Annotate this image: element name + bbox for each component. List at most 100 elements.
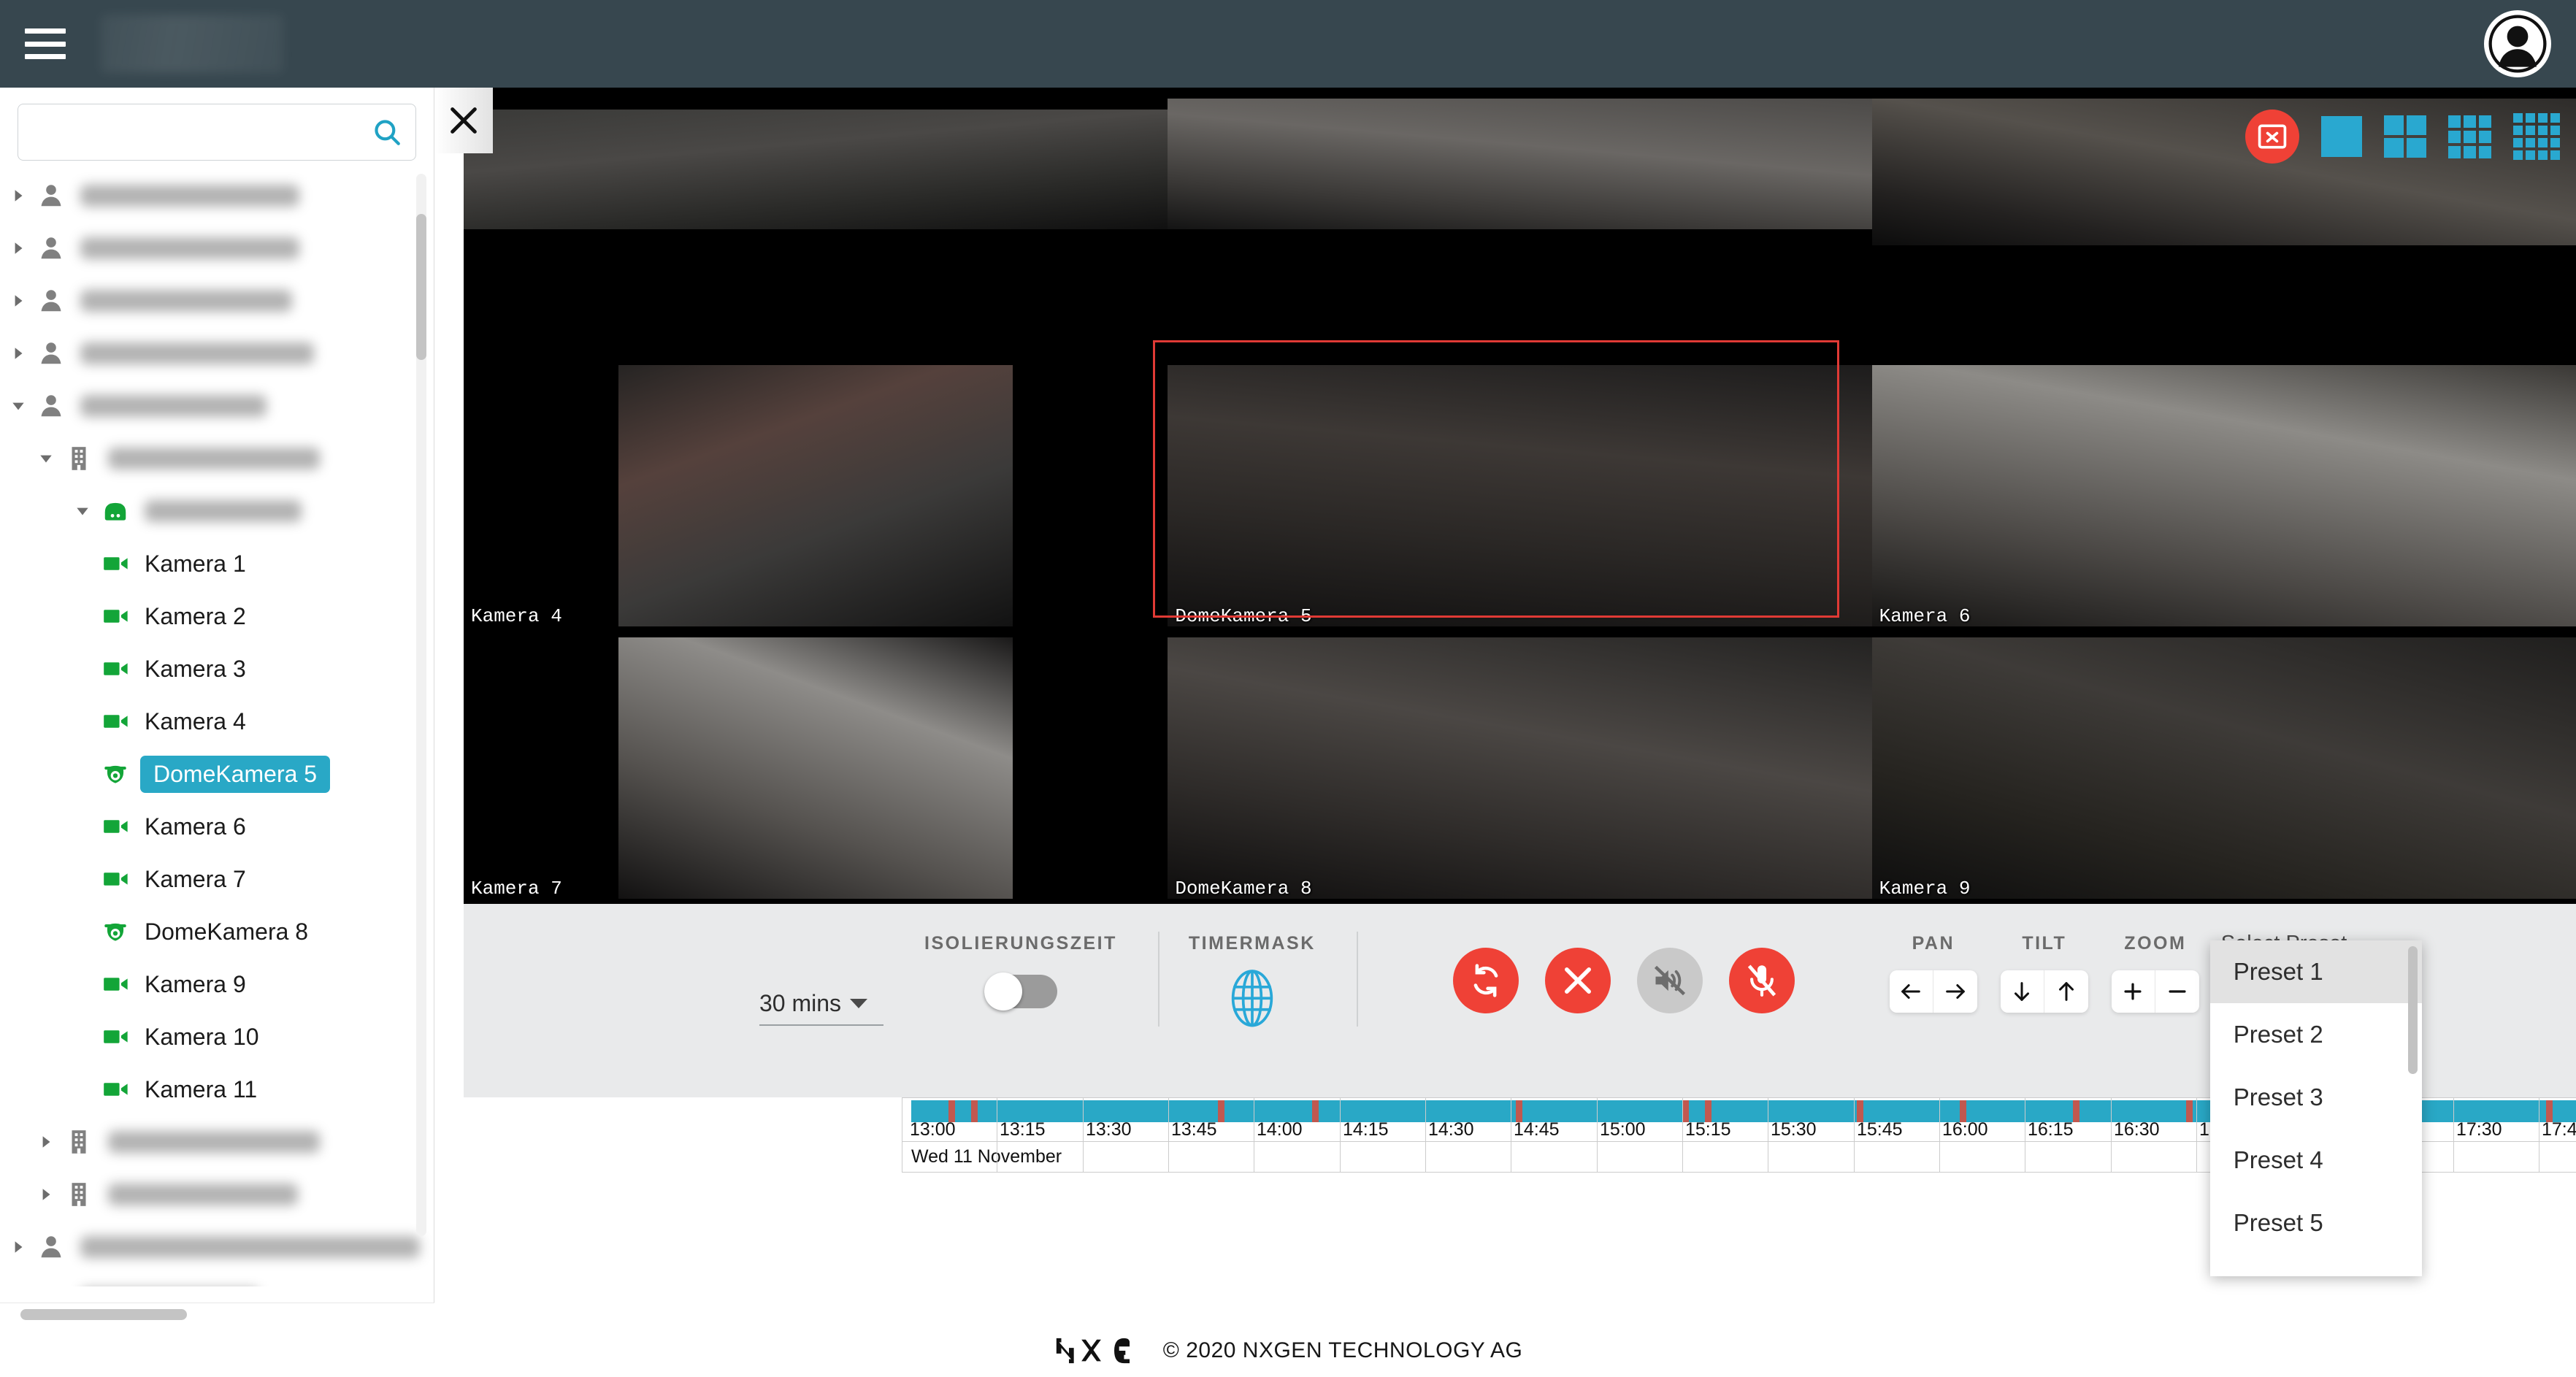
tree-node[interactable]: Standort redacted 2 [0, 1116, 434, 1168]
tilt-down-button[interactable] [2000, 970, 2044, 1013]
close-icon [1559, 962, 1597, 1000]
video-tile[interactable] [1168, 88, 1872, 360]
ptz-group-tilt: TILT [2000, 933, 2088, 1013]
chevron-right-icon[interactable] [6, 236, 31, 261]
video-tile[interactable]: DomeKamera 5 [1168, 359, 1872, 632]
sidebar-horizontal-scrollbar[interactable] [0, 1303, 434, 1324]
chevron-right-icon[interactable] [6, 288, 31, 313]
tree-node[interactable]: Kamera 1 [0, 537, 434, 590]
user-avatar-icon[interactable] [2484, 10, 2551, 77]
tree-node[interactable]: DomeKamera 5 [0, 748, 434, 800]
preset-option[interactable]: Preset 3 [2210, 1066, 2422, 1129]
preset-option[interactable]: Preset 1 [2209, 940, 2422, 1003]
speaker-button[interactable] [1636, 948, 1703, 1013]
chevron-right-icon[interactable] [6, 1235, 31, 1259]
ptz-group-label: TILT [2022, 933, 2067, 954]
zoom-in-button[interactable] [2111, 970, 2155, 1013]
search-icon[interactable] [372, 117, 402, 147]
video-stream [1871, 637, 2576, 899]
tree-node[interactable]: Kunde redacted 6 [0, 1221, 434, 1273]
video-stream [1168, 98, 1872, 229]
video-tile[interactable]: Kamera 4 [464, 359, 1168, 632]
timeline-event-marker[interactable] [1312, 1100, 1319, 1122]
building-icon [58, 445, 99, 472]
tree-node[interactable]: Kamera 6 [0, 800, 434, 853]
microphone-button[interactable] [1728, 948, 1795, 1013]
dome-icon [95, 760, 136, 788]
person-icon [31, 182, 72, 210]
search-input[interactable] [18, 105, 361, 159]
tree-node[interactable]: Standort redacted 3 [0, 1168, 434, 1221]
layout-2x2-button[interactable] [2384, 115, 2426, 158]
tree-node[interactable]: Kundengruppe redacted 4 [0, 327, 434, 380]
video-tile[interactable]: Kamera 6 [1871, 359, 2576, 632]
zoom-out-button[interactable] [2155, 970, 2199, 1013]
timeline-event-marker[interactable] [970, 1100, 978, 1122]
timeline-tick-label: 14:30 [1428, 1119, 1474, 1140]
tree-node[interactable]: Kamera 10 [0, 1010, 434, 1063]
preset-scrollbar[interactable] [2407, 946, 2418, 1074]
timermask-label: TIMERMASK [1188, 933, 1316, 954]
scrollbar-thumb[interactable] [416, 214, 426, 360]
layout-1x1-button[interactable] [2321, 116, 2362, 157]
search-box[interactable] [18, 104, 416, 161]
pan-right-button[interactable] [1933, 970, 1977, 1013]
sidebar-vertical-scrollbar[interactable] [416, 174, 426, 1236]
video-tile[interactable]: Kamera 9 [1871, 632, 2576, 904]
tree-node[interactable]: Kundengruppe redacted 5 [0, 380, 434, 432]
globe-icon[interactable] [1230, 969, 1275, 1027]
chevron-right-icon[interactable] [34, 1129, 58, 1154]
hamburger-icon[interactable] [25, 28, 66, 59]
chevron-right-icon[interactable] [34, 1182, 58, 1207]
tree-node[interactable]: Kunde redacted 7 [0, 1273, 434, 1286]
stop-button[interactable] [1544, 948, 1611, 1013]
chevron-down-icon[interactable] [6, 394, 31, 418]
preset-option[interactable]: Preset 4 [2210, 1129, 2422, 1192]
timeline-event-marker[interactable] [1217, 1100, 1224, 1122]
tilt-up-button[interactable] [2044, 970, 2088, 1013]
chevron-down-icon[interactable] [70, 499, 95, 523]
chevron-right-icon[interactable] [6, 341, 31, 366]
preset-dropdown-menu[interactable]: Preset 1 Preset 2 Preset 3 Preset 4 Preset 5 [2209, 940, 2422, 1276]
tree-node-label: Standort redacted [108, 448, 320, 469]
duration-select[interactable]: 30 mins [759, 990, 883, 1026]
timeline-date: Wed 11 November [911, 1146, 1062, 1167]
nxg-logo-icon [1054, 1335, 1144, 1366]
tree-node[interactable]: DomeKamera 8 [0, 905, 434, 958]
tree-node[interactable]: Kundengruppe redacted 2 [0, 222, 434, 275]
timeline-event-marker[interactable] [2073, 1100, 2080, 1122]
pan-left-button[interactable] [1889, 970, 1933, 1013]
refresh-button[interactable] [1452, 948, 1519, 1013]
tree-node[interactable]: Rekorder redacted [0, 485, 434, 537]
video-tile[interactable] [464, 88, 1168, 360]
tree-node[interactable]: Kamera 2 [0, 590, 434, 643]
scrollbar-thumb-horizontal[interactable] [20, 1309, 187, 1320]
tree-node[interactable]: Kamera 11 [0, 1063, 434, 1116]
close-all-streams-button[interactable] [2245, 110, 2299, 164]
chevron-right-icon[interactable] [6, 183, 31, 208]
close-panel-button[interactable] [434, 88, 493, 153]
camera-icon [95, 707, 136, 735]
tree-node[interactable]: Standort redacted [0, 432, 434, 485]
brand-logo [101, 15, 283, 73]
chevron-down-icon[interactable] [34, 446, 58, 471]
tree-node[interactable]: Kamera 9 [0, 958, 434, 1010]
tree-node[interactable]: Kundengruppe redacted 1 [0, 169, 434, 222]
device-tree[interactable]: Kundengruppe redacted 1 Kundengruppe reda… [0, 169, 434, 1286]
preset-option[interactable]: Preset 2 [2210, 1003, 2422, 1066]
preset-option[interactable]: Preset 5 [2210, 1192, 2422, 1254]
timeline-gridline [1168, 1098, 1169, 1141]
isolation-time-toggle[interactable] [984, 973, 1057, 1010]
tree-node[interactable]: Kamera 7 [0, 853, 434, 905]
layout-4x4-button[interactable] [2513, 113, 2560, 160]
video-tile[interactable]: Kamera 7 [464, 632, 1168, 904]
layout-3x3-button[interactable] [2448, 115, 2491, 158]
timeline-tick-label: 16:30 [2114, 1119, 2160, 1140]
tree-node[interactable]: Kamera 4 [0, 695, 434, 748]
tree-node[interactable]: Kundengruppe redacted 3 [0, 275, 434, 327]
video-tile[interactable]: DomeKamera 8 [1168, 632, 1872, 904]
tree-node[interactable]: Kamera 3 [0, 643, 434, 695]
timeline-tick-label: 14:15 [1343, 1119, 1389, 1140]
timeline-event-marker[interactable] [2185, 1100, 2193, 1122]
video-wall[interactable]: Kamera 4 DomeKamera 5 Kamera 6 Kamera 7 Dome… [464, 88, 2576, 904]
